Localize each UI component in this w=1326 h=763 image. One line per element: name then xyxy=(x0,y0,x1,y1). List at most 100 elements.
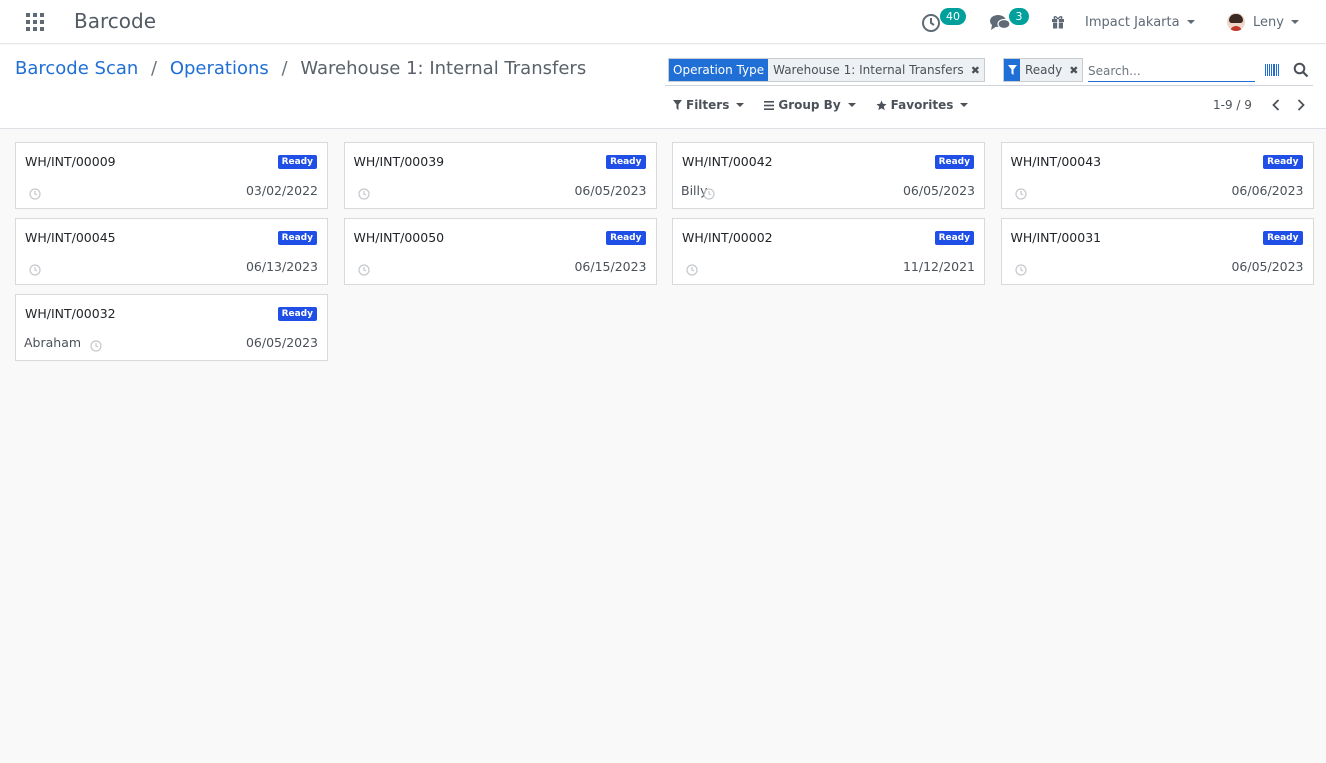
card-reference: WH/INT/00031 xyxy=(1010,230,1102,245)
clock-icon[interactable] xyxy=(90,337,102,352)
gift-button[interactable] xyxy=(1051,0,1065,44)
kanban-card[interactable]: WH/INT/00045 Ready 06/13/2023 xyxy=(15,218,328,285)
barcode-icon[interactable] xyxy=(1265,64,1279,76)
pager-next-button[interactable] xyxy=(1291,97,1311,113)
chevron-down-icon xyxy=(736,103,745,107)
card-reference: WH/INT/00032 xyxy=(25,306,116,321)
company-name: Impact Jakarta xyxy=(1085,14,1180,30)
clock-icon[interactable] xyxy=(357,185,370,200)
gift-icon xyxy=(1052,16,1064,29)
clock-icon[interactable] xyxy=(357,261,370,276)
messages-button[interactable] xyxy=(989,0,1011,44)
facet-operation-type: Operation Type Warehouse 1: Internal Tra… xyxy=(668,58,985,82)
messages-count-badge: 3 xyxy=(1009,8,1029,25)
card-reference: WH/INT/00043 xyxy=(1010,154,1102,169)
card-date: 03/02/2022 xyxy=(245,183,318,198)
close-icon[interactable]: ✖ xyxy=(1067,59,1083,81)
breadcrumb-separator: / xyxy=(281,58,288,79)
pager-previous-button[interactable] xyxy=(1266,97,1286,113)
search-input[interactable] xyxy=(1088,60,1255,82)
favorites-dropdown[interactable]: Favorites xyxy=(876,98,969,112)
status-badge: Ready xyxy=(1263,155,1303,169)
clock-icon[interactable] xyxy=(29,261,41,276)
page-title: Warehouse 1: Internal Transfers xyxy=(300,58,587,79)
card-date: 06/13/2023 xyxy=(245,259,318,274)
favorites-label: Favorites xyxy=(890,98,954,112)
chevron-down-icon xyxy=(960,103,969,107)
card-reference: WH/INT/00002 xyxy=(682,230,773,245)
card-reference: WH/INT/00042 xyxy=(682,154,773,169)
close-icon[interactable]: ✖ xyxy=(968,59,984,81)
company-switcher[interactable]: Impact Jakarta xyxy=(1085,0,1195,44)
filter-icon xyxy=(1004,59,1020,81)
breadcrumb-barcode-scan[interactable]: Barcode Scan xyxy=(15,58,138,79)
app-name[interactable]: Barcode xyxy=(74,9,156,33)
facet-value: Ready xyxy=(1020,59,1068,81)
status-badge: Ready xyxy=(934,231,974,245)
clock-icon[interactable] xyxy=(703,185,715,200)
card-date: 11/12/2021 xyxy=(902,259,975,274)
card-date: 06/05/2023 xyxy=(574,183,647,198)
card-reference: WH/INT/00050 xyxy=(353,230,445,245)
chat-icon xyxy=(990,15,1011,30)
clock-icon xyxy=(922,14,940,32)
pager: 1-9 / 9 xyxy=(1213,97,1311,113)
chevron-right-icon xyxy=(1297,99,1305,111)
chevron-down-icon xyxy=(1186,20,1195,24)
card-date: 06/05/2023 xyxy=(1231,259,1304,274)
facet-label: Operation Type xyxy=(669,59,769,81)
status-badge: Ready xyxy=(934,155,974,169)
card-date: 06/05/2023 xyxy=(245,335,318,350)
filters-dropdown[interactable]: Filters xyxy=(673,98,745,112)
chevron-down-icon xyxy=(847,103,856,107)
activity-count-badge: 40 xyxy=(940,8,966,25)
apps-menu-icon[interactable] xyxy=(26,13,44,31)
facet-value: Warehouse 1: Internal Transfers xyxy=(768,59,969,81)
card-reference: WH/INT/00039 xyxy=(353,154,445,169)
status-badge: Ready xyxy=(277,231,317,245)
chevron-down-icon xyxy=(1290,20,1299,24)
search-icon[interactable] xyxy=(1293,62,1309,78)
activity-button[interactable] xyxy=(921,0,941,44)
star-icon xyxy=(876,99,887,111)
pager-value[interactable]: 1-9 / 9 xyxy=(1213,98,1252,112)
filters-label: Filters xyxy=(686,98,730,112)
status-badge: Ready xyxy=(1263,231,1303,245)
status-badge: Ready xyxy=(277,307,317,321)
user-menu[interactable]: Leny xyxy=(1227,0,1299,44)
facet-ready-filter: Ready ✖ xyxy=(1003,58,1084,82)
chevron-left-icon xyxy=(1272,99,1280,111)
breadcrumb-operations[interactable]: Operations xyxy=(170,58,269,79)
clock-icon[interactable] xyxy=(686,261,698,276)
clock-icon[interactable] xyxy=(1014,185,1027,200)
filter-icon xyxy=(673,100,682,110)
breadcrumb: Barcode Scan / Operations / Warehouse 1:… xyxy=(15,58,586,79)
card-date: 06/05/2023 xyxy=(902,183,975,198)
kanban-card[interactable]: WH/INT/00042 Ready Billy 06/05/2023 xyxy=(672,142,985,209)
search-options: Filters Group By Favorites xyxy=(673,98,969,112)
kanban-card[interactable]: WH/INT/00009 Ready 03/02/2022 xyxy=(15,142,328,209)
user-name: Leny xyxy=(1253,14,1284,30)
kanban-card[interactable]: WH/INT/00039 Ready 06/05/2023 xyxy=(343,142,657,209)
card-date: 06/15/2023 xyxy=(574,259,647,274)
kanban-card[interactable]: WH/INT/00043 Ready 06/06/2023 xyxy=(1000,142,1314,209)
kanban-card[interactable]: WH/INT/00050 Ready 06/15/2023 xyxy=(343,218,657,285)
status-badge: Ready xyxy=(277,155,317,169)
avatar xyxy=(1227,13,1245,31)
card-date: 06/06/2023 xyxy=(1231,183,1304,198)
control-panel: Barcode Scan / Operations / Warehouse 1:… xyxy=(0,45,1326,129)
breadcrumb-separator: / xyxy=(151,58,158,79)
clock-icon[interactable] xyxy=(29,185,41,200)
group-by-dropdown[interactable]: Group By xyxy=(764,98,856,112)
status-badge: Ready xyxy=(606,155,646,169)
main-navbar: Barcode 40 3 Impact Jakarta Leny xyxy=(0,0,1326,44)
kanban-card[interactable]: WH/INT/00031 Ready 06/05/2023 xyxy=(1000,218,1314,285)
kanban-card[interactable]: WH/INT/00032 Ready Abraham 06/05/2023 xyxy=(15,294,328,361)
clock-icon[interactable] xyxy=(1014,261,1027,276)
search-bar: Operation Type Warehouse 1: Internal Tra… xyxy=(665,56,1313,86)
card-reference: WH/INT/00009 xyxy=(25,154,116,169)
kanban-card[interactable]: WH/INT/00002 Ready 11/12/2021 xyxy=(672,218,985,285)
kanban-view: WH/INT/00009 Ready 03/02/2022 WH/INT/00039 R… xyxy=(15,142,1314,361)
card-reference: WH/INT/00045 xyxy=(25,230,116,245)
list-icon xyxy=(764,100,775,110)
